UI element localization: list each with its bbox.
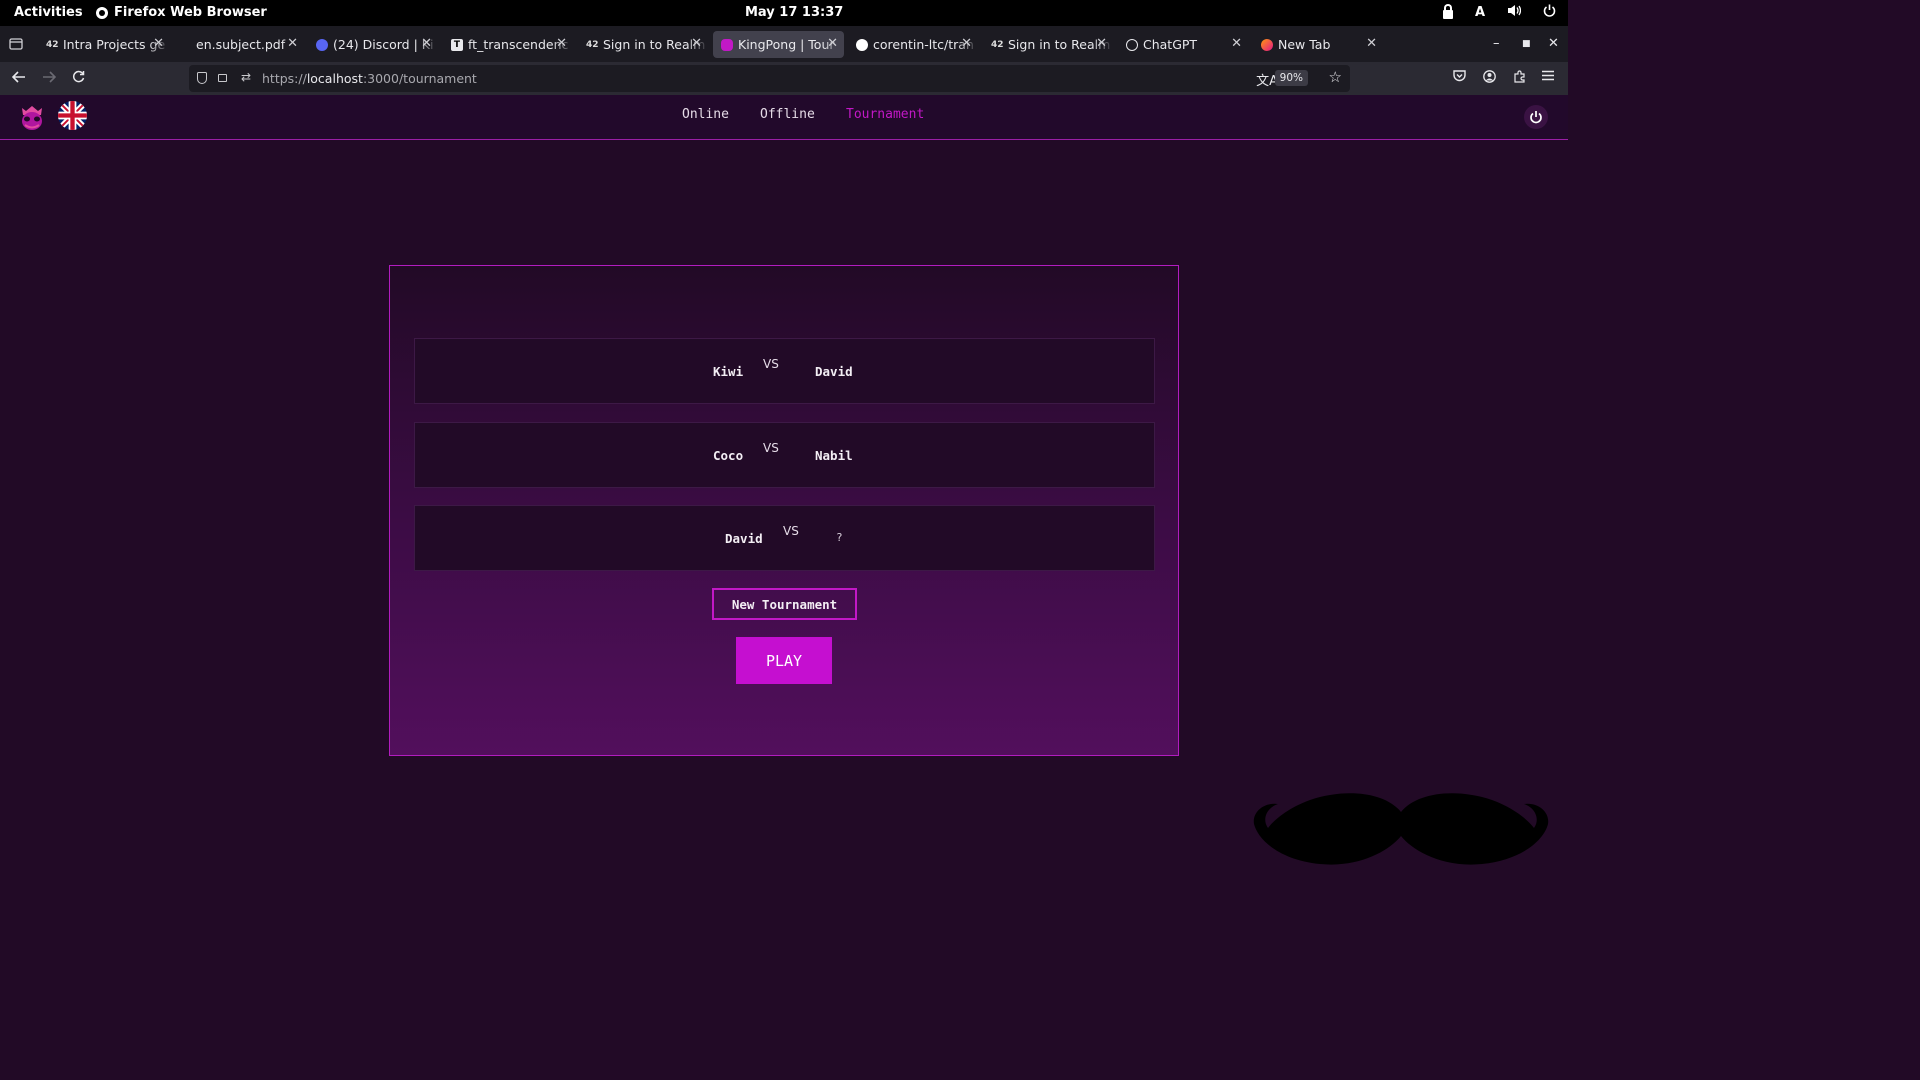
- navigation-toolbar: ⇄ https://localhost:3000/tournament 文A 9…: [0, 62, 1568, 95]
- firefox-icon: [1261, 38, 1273, 51]
- match-player-1: Coco: [713, 448, 744, 463]
- 42-icon: 42: [46, 39, 59, 50]
- match-row: Coco VS Nabil: [414, 422, 1155, 488]
- app-menu-button[interactable]: [1542, 70, 1554, 85]
- vs-label: VS: [763, 441, 779, 455]
- firefox-view-icon: [9, 38, 23, 50]
- match-player-2: Nabil: [815, 448, 853, 463]
- nav-offline[interactable]: Offline: [760, 107, 815, 122]
- system-top-bar: Activities Firefox Web Browser May 17 13…: [0, 0, 1568, 26]
- pocket-icon: [1453, 70, 1466, 82]
- mustache-decoration: [1253, 793, 1549, 865]
- play-button[interactable]: PLAY: [736, 637, 832, 684]
- pocket-button[interactable]: [1453, 70, 1466, 86]
- reload-icon: [72, 70, 85, 83]
- tab-close-icon[interactable]: ✕: [153, 36, 164, 51]
- match-player-1: David: [725, 531, 763, 546]
- tab-close-icon[interactable]: ✕: [827, 36, 838, 51]
- logout-button[interactable]: [1524, 105, 1548, 129]
- tab-sign-in-realm[interactable]: 42 Sign in to Realm ✕: [578, 31, 708, 58]
- chatgpt-icon: [1126, 38, 1138, 51]
- zoom-indicator[interactable]: 90%: [1274, 70, 1308, 86]
- 42-icon: 42: [586, 39, 599, 50]
- tab-close-icon[interactable]: ✕: [421, 36, 432, 51]
- back-button[interactable]: [11, 69, 26, 87]
- arrow-right-icon: [43, 71, 57, 83]
- tab-close-icon[interactable]: ✕: [556, 36, 567, 51]
- nav-online[interactable]: Online: [682, 107, 729, 122]
- match-row: David VS ?: [414, 505, 1155, 571]
- match-player-2: David: [815, 364, 853, 379]
- site-header: Online Offline Tournament: [0, 95, 1568, 140]
- url-scheme: https://: [262, 71, 307, 86]
- arrow-left-icon: [11, 71, 25, 83]
- web-page: Online Offline Tournament Kiwi VS David …: [0, 95, 1568, 882]
- activities-button[interactable]: Activities: [14, 5, 83, 20]
- url-host: localhost: [306, 71, 363, 86]
- kingpong-icon: [721, 38, 733, 51]
- padlock-icon[interactable]: [218, 74, 227, 82]
- system-tray[interactable]: A: [1442, 4, 1556, 21]
- permissions-icon[interactable]: ⇄: [241, 70, 251, 84]
- tab-kingpong[interactable]: KingPong | Tour ✕: [713, 31, 844, 58]
- tab-close-icon[interactable]: ✕: [961, 36, 972, 51]
- shield-icon[interactable]: [197, 72, 207, 84]
- account-button[interactable]: [1483, 70, 1496, 87]
- 42-icon: 42: [991, 39, 1004, 50]
- vs-label: VS: [783, 524, 799, 538]
- power-icon: [1530, 111, 1542, 124]
- tab-new-tab[interactable]: New Tab ✕: [1253, 31, 1383, 58]
- discord-icon: [316, 38, 328, 51]
- firefox-icon: [96, 6, 108, 19]
- github-icon: [856, 38, 868, 51]
- tab-close-icon[interactable]: ✕: [287, 36, 298, 51]
- uk-flag-icon[interactable]: [58, 101, 87, 130]
- url-text[interactable]: https://localhost:3000/tournament: [262, 71, 477, 86]
- app-menu[interactable]: Firefox Web Browser: [96, 5, 267, 20]
- bookmark-star-icon[interactable]: ☆: [1329, 68, 1342, 86]
- url-path: :3000/tournament: [362, 71, 477, 86]
- tab-sign-in-realm-2[interactable]: 42 Sign in to Realm ✕: [983, 31, 1113, 58]
- app-name: Firefox Web Browser: [114, 5, 267, 20]
- tab-ft-transcendence[interactable]: T ft_transcendenc ✕: [443, 31, 573, 58]
- extensions-button[interactable]: [1513, 70, 1526, 87]
- tab-close-icon[interactable]: ✕: [1366, 36, 1377, 51]
- tab-discord[interactable]: (24) Discord | Ki ✕: [308, 31, 438, 58]
- volume-icon: [1507, 4, 1522, 21]
- puzzle-icon: [1514, 70, 1525, 83]
- account-icon: [1483, 70, 1496, 83]
- nav-tournament[interactable]: Tournament: [846, 107, 924, 122]
- match-player-1: Kiwi: [713, 364, 744, 379]
- maximize-button[interactable]: ■: [1522, 39, 1531, 49]
- forward-button[interactable]: [42, 69, 57, 87]
- tab-chatgpt[interactable]: ChatGPT ✕: [1118, 31, 1248, 58]
- power-icon: [1543, 4, 1556, 21]
- lock-icon: [1442, 4, 1453, 19]
- minimize-button[interactable]: –: [1493, 36, 1500, 51]
- new-tournament-button[interactable]: New Tournament: [712, 588, 857, 620]
- tournament-card: Kiwi VS David Coco VS Nabil David VS ? N…: [389, 265, 1179, 756]
- firefox-view-button[interactable]: [0, 26, 32, 62]
- vs-label: VS: [763, 357, 779, 371]
- kingpong-logo-icon[interactable]: [16, 101, 48, 133]
- match-player-2: ?: [836, 531, 843, 544]
- tab-intra-projects[interactable]: 42 Intra Projects ge ✕: [38, 31, 170, 58]
- tab-close-icon[interactable]: ✕: [1231, 36, 1242, 51]
- keyboard-layout-indicator[interactable]: A: [1475, 5, 1485, 20]
- tab-close-icon[interactable]: ✕: [691, 36, 702, 51]
- url-bar[interactable]: ⇄ https://localhost:3000/tournament 文A 9…: [189, 65, 1350, 92]
- tab-subject-pdf[interactable]: en.subject.pdf ✕: [174, 31, 304, 58]
- clock[interactable]: May 17 13:37: [745, 5, 843, 20]
- tab-github[interactable]: corentin-ltc/tran ✕: [848, 31, 978, 58]
- ft-icon: T: [451, 38, 463, 51]
- match-row: Kiwi VS David: [414, 338, 1155, 404]
- tab-close-icon[interactable]: ✕: [1096, 36, 1107, 51]
- hamburger-icon: [1542, 70, 1554, 81]
- close-window-button[interactable]: ✕: [1548, 36, 1559, 51]
- reload-button[interactable]: [72, 69, 85, 87]
